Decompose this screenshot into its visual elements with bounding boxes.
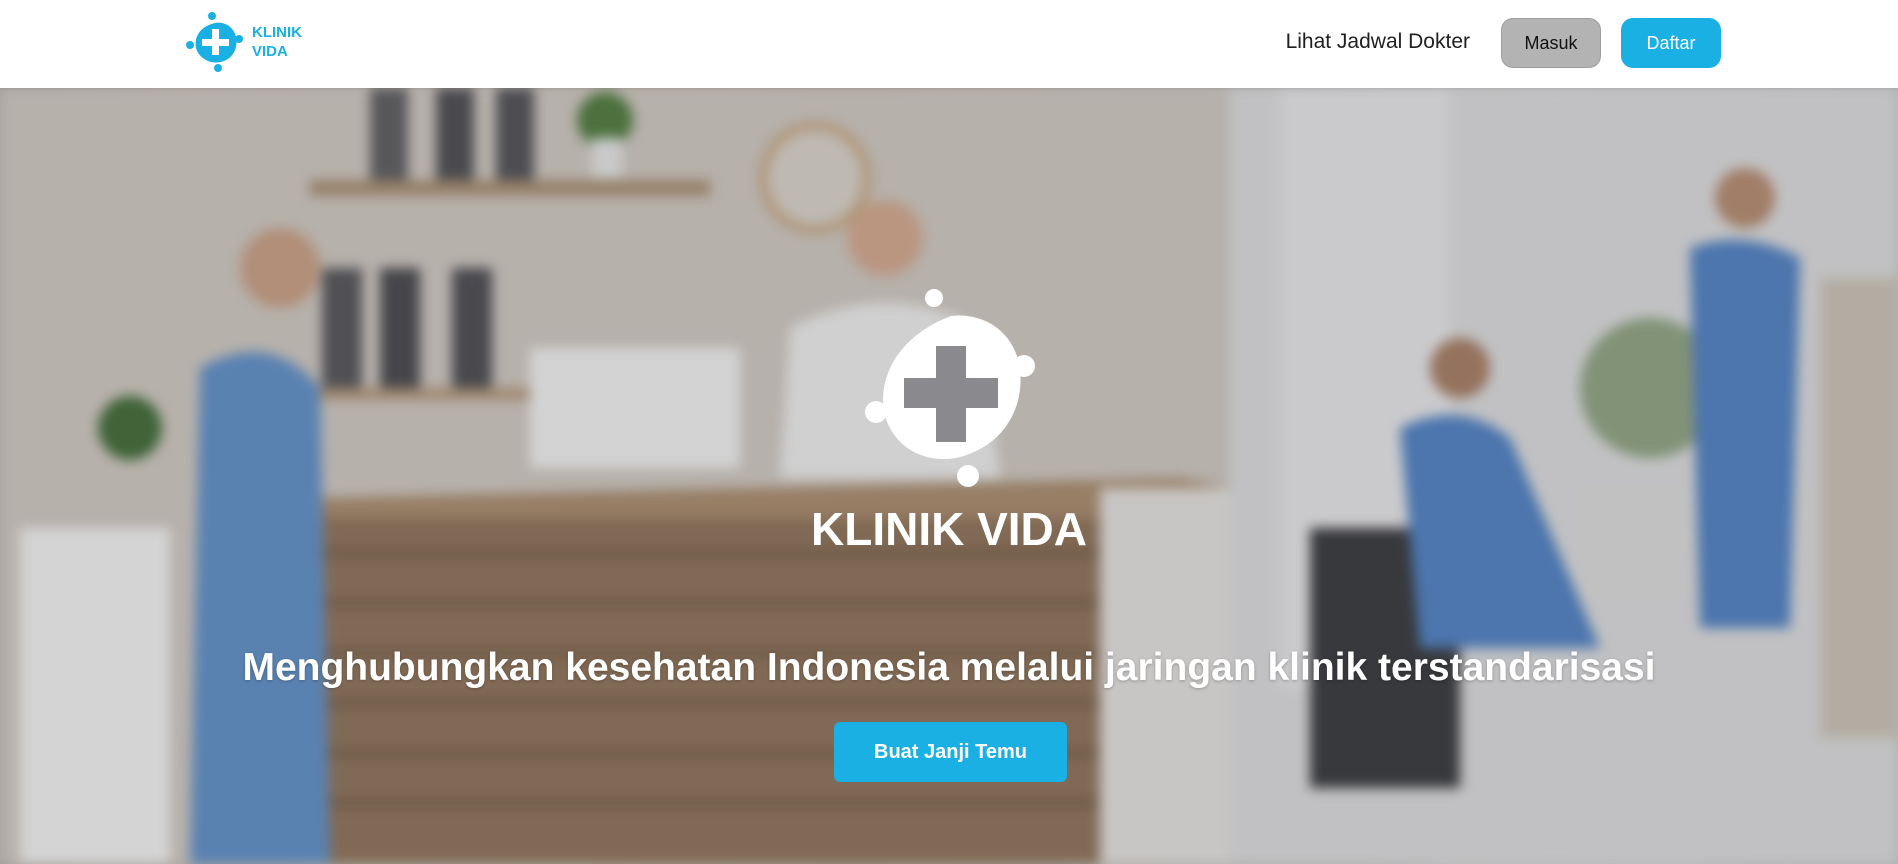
doctor-schedule-link[interactable]: Lihat Jadwal Dokter bbox=[1286, 30, 1470, 54]
hero-section: KLINIK VIDA Menghubungkan kesehatan Indo… bbox=[0, 88, 1898, 864]
brand-line-1: KLINIK bbox=[252, 24, 302, 41]
hero-brand-name: KLINIK VIDA bbox=[811, 503, 1087, 555]
navbar: KLINIK VIDA Lihat Jadwal Dokter Masuk Da… bbox=[0, 0, 1898, 88]
register-button[interactable]: Daftar bbox=[1621, 18, 1721, 68]
brand-logo-link[interactable]: KLINIK VIDA bbox=[184, 10, 302, 74]
brand-name: KLINIK VIDA bbox=[252, 23, 302, 61]
hero-tagline: Menghubungkan kesehatan Indonesia melalu… bbox=[242, 646, 1656, 689]
clinic-logo-icon bbox=[186, 12, 243, 72]
book-appointment-button[interactable]: Buat Janji Temu bbox=[834, 722, 1067, 782]
login-button[interactable]: Masuk bbox=[1501, 18, 1601, 68]
brand-line-2: VIDA bbox=[252, 43, 288, 60]
clinic-logo-icon-large bbox=[865, 289, 1035, 487]
